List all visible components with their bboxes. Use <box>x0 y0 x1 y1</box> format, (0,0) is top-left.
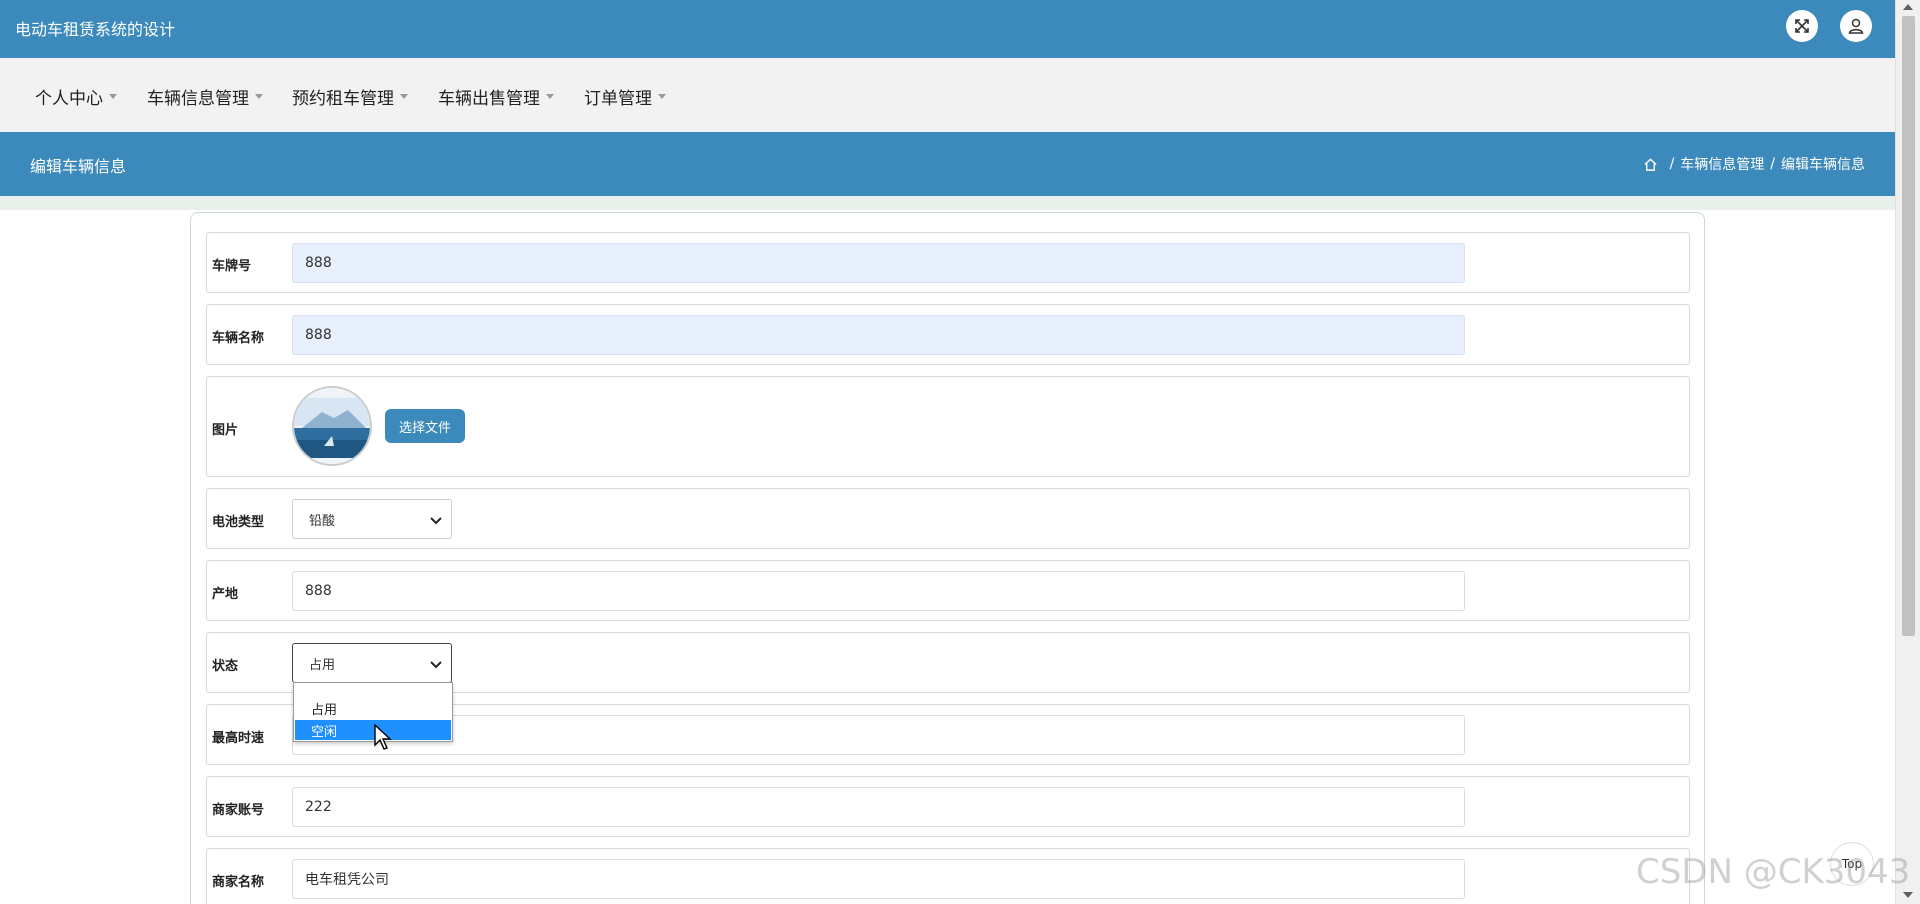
battery-type-select[interactable]: 铅酸 <box>292 499 452 539</box>
chevron-down-icon <box>430 517 442 525</box>
field-label: 车辆名称 <box>212 331 265 346</box>
field-label: 车牌号 <box>212 259 252 274</box>
scroll-thumb[interactable] <box>1902 16 1915 636</box>
top-bar: 电动车租赁系统的设计 <box>0 0 1895 58</box>
breadcrumb-item-edit: 编辑车辆信息 <box>1781 157 1865 173</box>
status-select[interactable]: 占用 <box>292 643 452 683</box>
menu-personal-center[interactable]: 个人中心 <box>35 84 117 109</box>
caret-down-icon <box>658 94 666 99</box>
menu-label: 预约租车管理 <box>292 89 394 109</box>
user-button[interactable] <box>1840 10 1872 42</box>
status-option-occupied[interactable]: 占用 <box>295 698 451 718</box>
scroll-down-icon[interactable] <box>1903 892 1913 898</box>
menu-label: 订单管理 <box>584 89 652 109</box>
breadcrumb-item-vehicle-info[interactable]: 车辆信息管理 <box>1680 154 1764 174</box>
app-title: 电动车租赁系统的设计 <box>15 20 176 39</box>
caret-down-icon <box>400 94 408 99</box>
menu-label: 个人中心 <box>35 89 103 109</box>
vehicle-image-thumbnail <box>292 386 372 466</box>
merchant-name-input[interactable]: 电车租凭公司 <box>292 859 1465 899</box>
watermark: CSDN @CK3043 <box>1636 852 1911 892</box>
form-row-vehicle-name: 车辆名称 888 <box>206 304 1690 365</box>
select-value: 铅酸 <box>309 513 336 529</box>
caret-down-icon <box>255 94 263 99</box>
caret-down-icon <box>546 94 554 99</box>
menu-vehicle-sale[interactable]: 车辆出售管理 <box>438 84 554 109</box>
user-icon <box>1848 18 1864 34</box>
breadcrumb-separator: / <box>1770 156 1775 172</box>
origin-input[interactable]: 888 <box>292 571 1465 611</box>
form-row-origin: 产地 888 <box>206 560 1690 621</box>
page-title: 编辑车辆信息 <box>30 157 127 176</box>
merchant-account-input[interactable]: 222 <box>292 787 1465 827</box>
landscape-image <box>294 388 370 464</box>
form-row-battery: 电池类型 铅酸 <box>206 488 1690 549</box>
divider-stripe <box>0 196 1895 210</box>
select-value: 占用 <box>309 657 336 673</box>
form-row-merchant-name: 商家名称 电车租凭公司 <box>206 848 1690 904</box>
caret-down-icon <box>109 94 117 99</box>
vehicle-name-input[interactable]: 888 <box>292 315 1465 355</box>
field-label: 电池类型 <box>212 515 265 530</box>
field-label: 商家账号 <box>212 803 265 818</box>
fullscreen-button[interactable] <box>1786 10 1818 42</box>
field-label: 产地 <box>212 587 239 602</box>
menu-label: 车辆信息管理 <box>147 89 249 109</box>
menu-bar: 个人中心 车辆信息管理 预约租车管理 车辆出售管理 订单管理 <box>0 58 1895 132</box>
menu-label: 车辆出售管理 <box>438 89 540 109</box>
breadcrumb-separator: / <box>1669 156 1675 172</box>
choose-file-button[interactable]: 选择文件 <box>385 409 465 443</box>
status-dropdown-list: 占用 空闲 <box>293 682 453 742</box>
scrollbar[interactable] <box>1895 0 1920 904</box>
scroll-up-icon[interactable] <box>1903 4 1913 10</box>
menu-orders[interactable]: 订单管理 <box>584 84 666 109</box>
home-icon[interactable] <box>1643 157 1658 172</box>
form-row-plate: 车牌号 888 <box>206 232 1690 293</box>
max-speed-input[interactable] <box>292 715 1465 755</box>
breadcrumb: / 车辆信息管理 / 编辑车辆信息 <box>1643 154 1865 174</box>
form-row-merchant-account: 商家账号 222 <box>206 776 1690 837</box>
field-label: 图片 <box>212 423 239 438</box>
page-header: 编辑车辆信息 / 车辆信息管理 / 编辑车辆信息 <box>0 132 1895 196</box>
field-label: 最高时速 <box>212 731 265 746</box>
expand-icon <box>1795 19 1809 33</box>
mouse-cursor-icon <box>374 724 392 750</box>
chevron-down-icon <box>430 661 442 669</box>
plate-input[interactable]: 888 <box>292 243 1465 283</box>
status-option-free[interactable]: 空闲 <box>295 720 451 740</box>
menu-vehicle-info[interactable]: 车辆信息管理 <box>147 84 263 109</box>
menu-reservation[interactable]: 预约租车管理 <box>292 84 408 109</box>
field-label: 状态 <box>212 659 239 674</box>
form-row-image: 图片 选择文件 <box>206 376 1690 477</box>
field-label: 商家名称 <box>212 875 265 890</box>
